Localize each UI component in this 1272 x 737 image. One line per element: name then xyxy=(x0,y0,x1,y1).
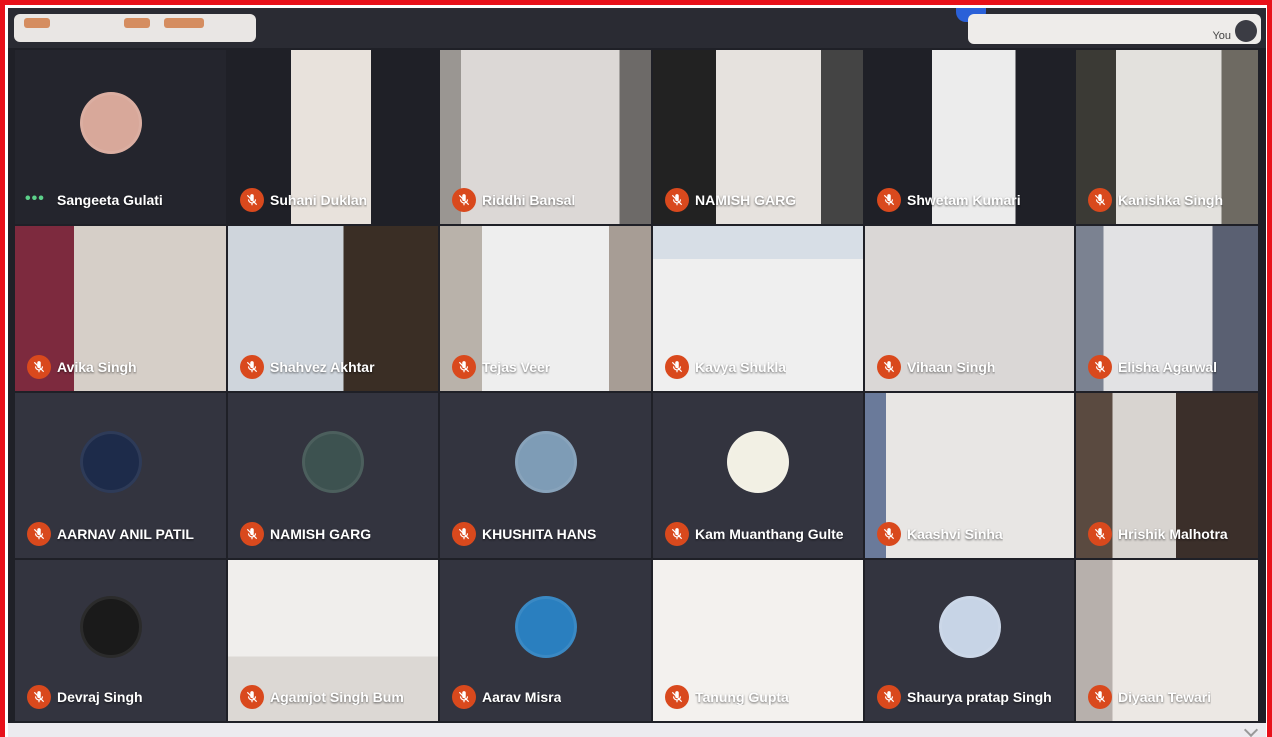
participant-tile[interactable]: Agamjot Singh Bum xyxy=(228,560,438,721)
participant-tile[interactable]: ••• Sangeeta Gulati xyxy=(15,50,226,224)
participant-tile[interactable]: NAMISH GARG xyxy=(653,50,863,224)
panel-icon xyxy=(164,18,204,28)
participant-tile[interactable]: Kam Muanthang Gulte xyxy=(653,393,863,558)
participant-avatar xyxy=(727,430,789,493)
participant-tile[interactable]: Avika Singh xyxy=(15,226,226,391)
participant-tile[interactable]: Aarav Misra xyxy=(440,560,651,721)
participant-tile[interactable]: Shwetam Kumari xyxy=(865,50,1074,224)
participant-tile[interactable]: Shaurya pratap Singh xyxy=(865,560,1074,721)
participant-tile[interactable]: Elisha Agarwal xyxy=(1076,226,1258,391)
mic-muted-icon xyxy=(27,685,51,709)
participant-name: Kavya Shukla xyxy=(695,359,787,375)
participant-avatar xyxy=(302,430,364,493)
mic-muted-icon xyxy=(1088,355,1112,379)
participant-tile[interactable]: KHUSHITA HANS xyxy=(440,393,651,558)
mic-muted-icon xyxy=(452,685,476,709)
participant-name: NAMISH GARG xyxy=(270,526,372,542)
mic-muted-icon xyxy=(877,685,901,709)
participant-tile[interactable]: Tanung Gupta xyxy=(653,560,863,721)
mic-muted-icon xyxy=(877,522,901,546)
participant-tile[interactable]: Shahvez Akhtar xyxy=(228,226,438,391)
mic-muted-icon xyxy=(240,188,264,212)
participant-name: Kanishka Singh xyxy=(1118,192,1224,208)
participant-tile[interactable]: Hrishik Malhotra xyxy=(1076,393,1258,558)
participant-avatar xyxy=(79,430,142,493)
mic-muted-icon xyxy=(240,685,264,709)
participant-avatar xyxy=(79,595,142,658)
participant-name: Shaurya pratap Singh xyxy=(907,689,1052,705)
participant-avatar xyxy=(514,595,577,658)
participant-name: Avika Singh xyxy=(57,359,137,375)
mic-muted-icon xyxy=(877,188,901,212)
speaking-indicator-icon: ••• xyxy=(25,190,45,207)
participant-tile[interactable]: Devraj Singh xyxy=(15,560,226,721)
participant-name: Sangeeta Gulati xyxy=(57,192,163,208)
mic-muted-icon xyxy=(665,355,689,379)
mic-muted-icon xyxy=(452,522,476,546)
top-bar: You xyxy=(8,8,1266,48)
participant-name: NAMISH GARG xyxy=(695,192,797,208)
self-avatar xyxy=(1235,20,1257,42)
participant-name: Vihaan Singh xyxy=(907,359,996,375)
mic-muted-icon xyxy=(1088,685,1112,709)
mic-muted-icon xyxy=(665,522,689,546)
participant-name: Kaashvi Sinha xyxy=(907,526,1003,542)
participant-name: Agamjot Singh Bum xyxy=(270,689,404,705)
participant-name: Kam Muanthang Gulte xyxy=(695,526,844,542)
participant-name: Tejas Veer xyxy=(482,359,551,375)
participant-name: Riddhi Bansal xyxy=(482,192,576,208)
mic-muted-icon xyxy=(240,522,264,546)
mic-muted-icon xyxy=(1088,188,1112,212)
participant-tile[interactable]: Vihaan Singh xyxy=(865,226,1074,391)
participant-tile[interactable]: Kavya Shukla xyxy=(653,226,863,391)
participant-tile[interactable]: AARNAV ANIL PATIL xyxy=(15,393,226,558)
participant-name: Suhani Duklan xyxy=(270,192,368,208)
panel-icon xyxy=(24,18,50,28)
participant-tile[interactable]: Tejas Veer xyxy=(440,226,651,391)
mic-muted-icon xyxy=(27,355,51,379)
participant-name: Aarav Misra xyxy=(482,689,562,705)
participant-tile[interactable]: Kanishka Singh xyxy=(1076,50,1258,224)
participant-avatar xyxy=(938,595,1001,658)
mic-muted-icon xyxy=(1088,522,1112,546)
mic-muted-icon xyxy=(665,685,689,709)
participant-tile[interactable]: Kaashvi Sinha xyxy=(865,393,1074,558)
scroll-down-icon[interactable] xyxy=(1243,722,1259,737)
bottom-bar xyxy=(8,722,1266,737)
participant-tile[interactable]: NAMISH GARG xyxy=(228,393,438,558)
participant-name: Shahvez Akhtar xyxy=(270,359,375,375)
participant-name: KHUSHITA HANS xyxy=(482,526,597,542)
panel-icon xyxy=(124,18,150,28)
mic-muted-icon xyxy=(452,355,476,379)
participant-tile[interactable]: Suhani Duklan xyxy=(228,50,438,224)
mic-muted-icon xyxy=(877,355,901,379)
mic-muted-icon xyxy=(240,355,264,379)
mic-muted-icon xyxy=(452,188,476,212)
mic-muted-icon xyxy=(665,188,689,212)
participant-name: Diyaan Tewari xyxy=(1118,689,1212,705)
participant-tile[interactable]: Diyaan Tewari xyxy=(1076,560,1258,721)
self-label: You xyxy=(1212,30,1231,42)
participant-tile[interactable]: Riddhi Bansal xyxy=(440,50,651,224)
participant-name: Hrishik Malhotra xyxy=(1118,526,1228,542)
participant-avatar xyxy=(79,92,142,154)
mic-muted-icon xyxy=(27,522,51,546)
meeting-screen: You ••• Sangeeta Gulati Suhani Duklan Riddh… xyxy=(8,8,1266,723)
participant-name: Elisha Agarwal xyxy=(1118,359,1218,375)
participant-name: Tanung Gupta xyxy=(695,689,789,705)
participant-name: Devraj Singh xyxy=(57,689,143,705)
participant-avatar xyxy=(514,430,577,493)
participant-name: Shwetam Kumari xyxy=(907,192,1021,208)
participant-name: AARNAV ANIL PATIL xyxy=(57,526,194,542)
left-top-panel xyxy=(14,14,256,42)
self-view-panel[interactable]: You xyxy=(968,14,1261,44)
